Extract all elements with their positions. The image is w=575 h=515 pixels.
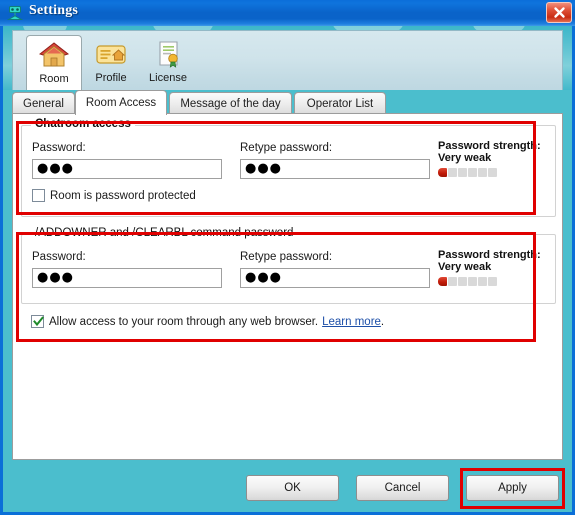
settings-dialog: Settings Room Profile License General Ro… bbox=[0, 0, 575, 515]
certificate-icon bbox=[140, 38, 196, 72]
toolbar-item-label: Profile bbox=[95, 72, 127, 84]
meter-segment bbox=[448, 277, 457, 286]
meter-segment bbox=[478, 168, 487, 177]
command-retype-password-input[interactable]: ●●● bbox=[240, 268, 430, 288]
toolbar-surface: Room Profile License bbox=[12, 30, 563, 90]
toolbar-item-room[interactable]: Room bbox=[26, 35, 82, 90]
web-browser-access-checkbox[interactable]: Allow access to your room through any we… bbox=[31, 315, 384, 328]
tab-room-access[interactable]: Room Access bbox=[75, 90, 167, 115]
retype-password-label: Retype password: bbox=[240, 142, 333, 154]
title-bar: Settings bbox=[0, 0, 575, 26]
password-strength-meter bbox=[438, 168, 497, 177]
learn-more-link[interactable]: Learn more bbox=[322, 316, 381, 328]
checkbox-label: Allow access to your room through any we… bbox=[49, 315, 319, 328]
chatroom-access-group: Chatroom access Password: ●●● Retype pas… bbox=[21, 118, 556, 217]
tab-message-of-the-day[interactable]: Message of the day bbox=[169, 92, 292, 114]
trailing-period: . bbox=[380, 315, 385, 328]
password-label: Password: bbox=[32, 142, 86, 154]
retype-password-input[interactable]: ●●● bbox=[240, 159, 430, 179]
toolbar: Room Profile License bbox=[3, 26, 572, 90]
room-password-protected-checkbox[interactable]: Room is password protected bbox=[32, 189, 196, 202]
toolbar-item-label: License bbox=[149, 72, 187, 84]
id-card-icon bbox=[83, 38, 139, 72]
checkbox-box bbox=[32, 189, 45, 202]
house-icon bbox=[27, 39, 81, 73]
window-title: Settings bbox=[29, 3, 79, 18]
meter-segment bbox=[458, 168, 467, 177]
command-password-strength-caption: Password strength: bbox=[438, 249, 541, 261]
apply-button[interactable]: Apply bbox=[466, 475, 559, 501]
cancel-button[interactable]: Cancel bbox=[356, 475, 449, 501]
settings-robot-icon bbox=[6, 4, 24, 22]
command-password-label: Password: bbox=[32, 251, 86, 263]
command-password-input[interactable]: ●●● bbox=[32, 268, 222, 288]
password-strength-value: Very weak bbox=[438, 152, 492, 164]
checkbox-box bbox=[31, 315, 44, 328]
meter-segment bbox=[478, 277, 487, 286]
checkmark-icon bbox=[33, 316, 44, 327]
meter-segment bbox=[488, 277, 497, 286]
toolbar-item-label: Room bbox=[39, 73, 69, 85]
command-password-strength-value: Very weak bbox=[438, 261, 492, 273]
group-title: Chatroom access bbox=[31, 118, 135, 130]
ok-button[interactable]: OK bbox=[246, 475, 339, 501]
meter-segment bbox=[448, 168, 457, 177]
close-button[interactable] bbox=[546, 2, 572, 23]
meter-segment bbox=[468, 168, 477, 177]
close-icon bbox=[553, 7, 565, 18]
checkbox-label: Room is password protected bbox=[50, 189, 196, 202]
group-title: /ADDOWNER and /CLEARBL command password bbox=[31, 227, 298, 239]
command-retype-password-label: Retype password: bbox=[240, 251, 333, 263]
command-password-group: /ADDOWNER and /CLEARBL command password … bbox=[21, 227, 556, 304]
room-access-panel: Chatroom access Password: ●●● Retype pas… bbox=[12, 113, 563, 460]
tab-general[interactable]: General bbox=[12, 92, 75, 114]
tab-strip: General Room Access Message of the day O… bbox=[12, 90, 563, 115]
meter-segment bbox=[438, 277, 447, 286]
password-strength-caption: Password strength: bbox=[438, 140, 541, 152]
toolbar-item-license[interactable]: License bbox=[140, 35, 196, 90]
command-password-strength-meter bbox=[438, 277, 497, 286]
password-input[interactable]: ●●● bbox=[32, 159, 222, 179]
meter-segment bbox=[488, 168, 497, 177]
tab-operator-list[interactable]: Operator List bbox=[294, 92, 386, 114]
meter-segment bbox=[468, 277, 477, 286]
meter-segment bbox=[438, 168, 447, 177]
meter-segment bbox=[458, 277, 467, 286]
toolbar-item-profile[interactable]: Profile bbox=[83, 35, 139, 90]
